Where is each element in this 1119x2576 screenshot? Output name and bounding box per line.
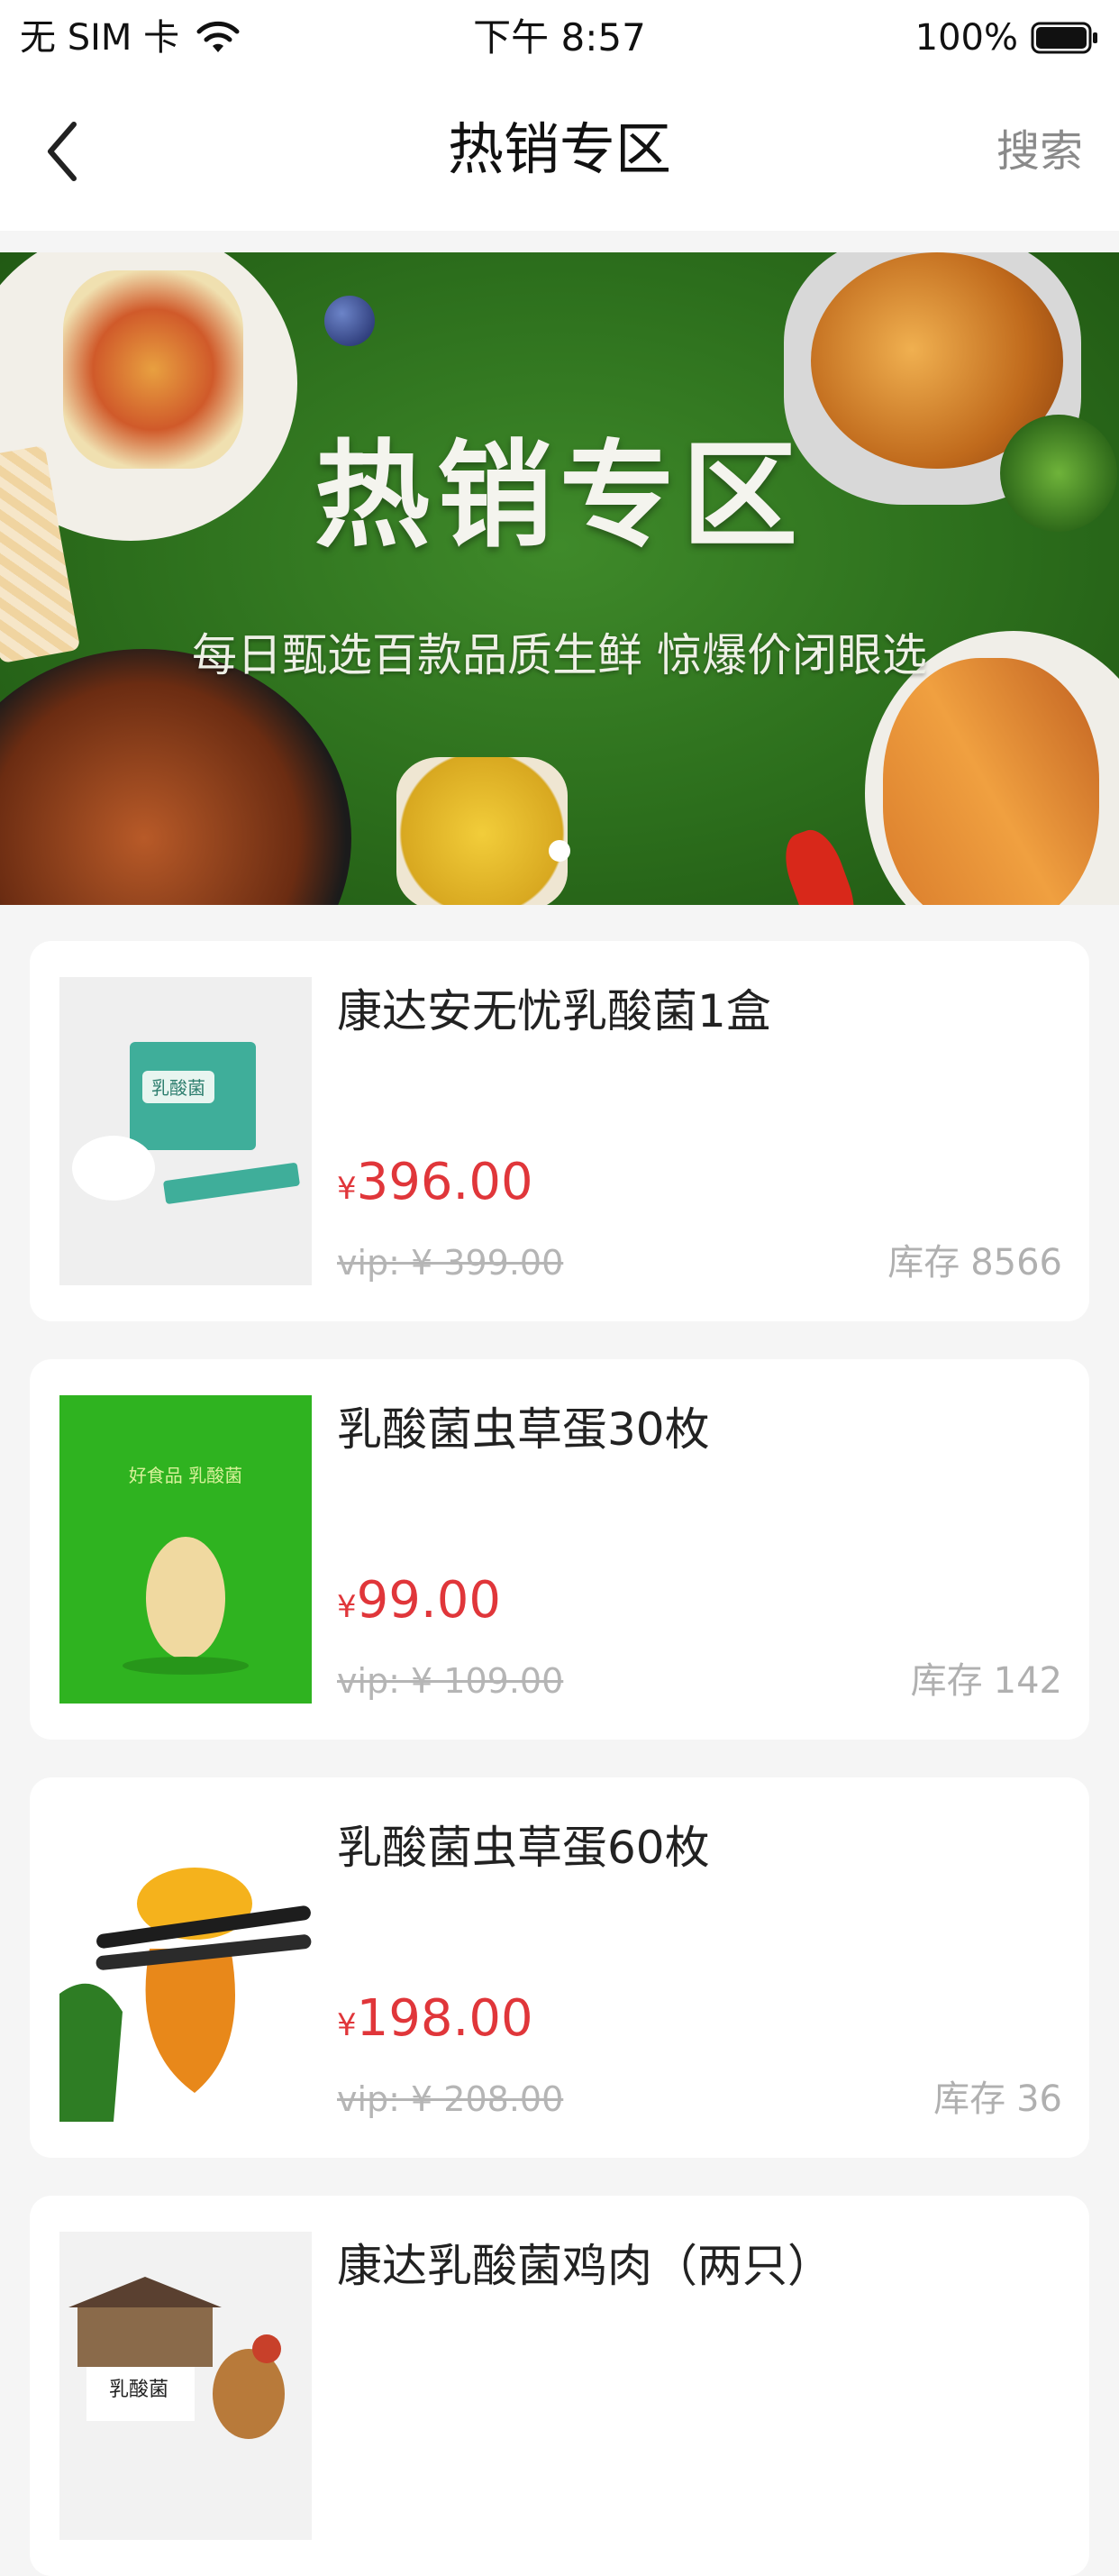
banner-subtitle: 每日甄选百款品质生鲜 惊爆价闭眼选 [192, 629, 927, 681]
price-amount: 396.00 [356, 1153, 533, 1211]
vip-price: vip: ¥ 399.00 [337, 1243, 564, 1283]
svg-text:乳酸菌: 乳酸菌 [109, 2379, 168, 2401]
product-price: ¥198.00 [337, 1983, 533, 2067]
chili-image [776, 823, 864, 905]
svg-text:好食品 乳酸菌: 好食品 乳酸菌 [129, 1465, 242, 1486]
product-card[interactable]: 乳酸菌 康达安无忧乳酸菌1盒 ¥396.00 vip: ¥ 399.00 库存 8… [30, 941, 1089, 1321]
vip-price: vip: ¥ 208.00 [337, 2079, 564, 2119]
product-price: ¥99.00 [337, 1565, 501, 1649]
blueberry-image [324, 296, 375, 346]
fried-sticks-image [883, 658, 1099, 905]
promo-banner[interactable]: 热销专区 每日甄选百款品质生鲜 惊爆价闭眼选 [0, 252, 1119, 905]
product-image: 乳酸菌 [59, 2232, 312, 2540]
stock-label: 库存 [887, 1242, 960, 1283]
banner-page-indicator [549, 840, 570, 862]
product-image: 乳酸菌 [59, 977, 312, 1285]
product-image: 好食品 乳酸菌 [59, 1395, 312, 1704]
currency-symbol: ¥ [337, 1171, 357, 1207]
product-card[interactable]: 好食品 乳酸菌 乳酸菌虫草蛋30枚 ¥99.00 vip: ¥ 109.00 库… [30, 1359, 1089, 1740]
product-image [59, 1813, 312, 2122]
product-card[interactable]: 乳酸菌虫草蛋60枚 ¥198.00 vip: ¥ 208.00 库存 36 [30, 1777, 1089, 2158]
product-price: ¥396.00 [337, 1146, 533, 1230]
grill-image [0, 649, 351, 905]
nav-bar: 热销专区 搜索 [0, 76, 1119, 231]
price-amount: 99.00 [356, 1571, 501, 1630]
battery-icon [1031, 22, 1097, 54]
stock-info: 库存 142 [911, 1657, 1062, 1705]
currency-symbol: ¥ [337, 1589, 357, 1625]
stock-label: 库存 [910, 1660, 983, 1702]
product-card[interactable]: 乳酸菌 康达乳酸菌鸡肉（两只） [30, 2196, 1089, 2576]
stock-info: 库存 8566 [887, 1238, 1062, 1287]
vip-price: vip: ¥ 109.00 [337, 1661, 564, 1701]
price-amount: 198.00 [356, 1989, 533, 2048]
battery-percent: 100% [914, 17, 1018, 59]
stock-info: 库存 36 [933, 2075, 1062, 2124]
stock-label: 库存 [933, 2078, 1006, 2120]
banner-title: 热销专区 [314, 429, 805, 563]
product-name: 乳酸菌虫草蛋60枚 [337, 1822, 710, 1874]
product-name: 康达乳酸菌鸡肉（两只） [337, 2240, 832, 2292]
stock-value: 8566 [970, 1242, 1062, 1283]
search-button[interactable]: 搜索 [996, 119, 1083, 184]
page-title: 热销专区 [447, 116, 671, 182]
stock-value: 36 [1016, 2078, 1062, 2120]
corn-image [396, 757, 568, 905]
status-bar: 无 SIM 卡 下午 8:57 100% [0, 0, 1119, 76]
currency-symbol: ¥ [337, 2007, 357, 2043]
svg-text:乳酸菌: 乳酸菌 [151, 1077, 205, 1099]
status-right: 100% [915, 13, 1099, 63]
product-name: 乳酸菌虫草蛋30枚 [337, 1403, 710, 1456]
stock-value: 142 [993, 1660, 1062, 1702]
product-name: 康达安无忧乳酸菌1盒 [337, 985, 771, 1037]
